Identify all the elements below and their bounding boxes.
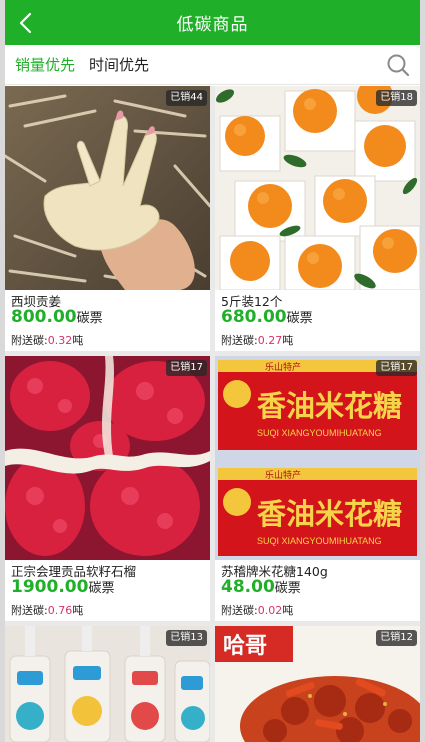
tab-time-priority[interactable]: 时间优先 [89, 54, 149, 75]
box-brand-text: 香油米花糖 [257, 389, 402, 423]
title-bar: 低碳商品 [5, 0, 420, 45]
box-origin-text: 乐山特产 [265, 469, 301, 480]
price-line: 680.00碳票 [221, 307, 313, 327]
box-brand-text: 香油米花糖 [257, 497, 402, 531]
box-pinyin-text: SUQI XIANGYOUMIHUATANG [257, 428, 382, 438]
image-logo-text: 哈哥 [223, 633, 267, 659]
product-image: 已销17 [5, 356, 210, 560]
carbon-unit: 吨 [72, 604, 84, 617]
sold-count-badge: 已销44 [166, 90, 207, 106]
price-value: 800.00 [11, 307, 77, 327]
sold-count-badge: 已销17 [376, 360, 417, 376]
price-unit: 碳票 [76, 311, 103, 326]
app-screen: 低碳商品 销量优先 时间优先 已销44 西坝贡姜 800.00碳票 附送碳:0.… [0, 0, 425, 742]
sold-count-badge: 已销18 [376, 90, 417, 106]
carbon-bonus: 附送碳:0.32吨 [11, 332, 83, 348]
carbon-bonus: 附送碳:0.76吨 [11, 602, 83, 618]
product-card[interactable]: 已销18 5斤装12个 680.00碳票 附送碳:0.27吨 [215, 86, 420, 351]
page-title: 低碳商品 [176, 15, 249, 35]
price-unit: 碳票 [274, 581, 301, 596]
price-line: 48.00碳票 [221, 577, 301, 597]
product-card[interactable]: 哈哥 已销12 [215, 626, 420, 742]
sold-count-badge: 已销13 [166, 630, 207, 646]
chevron-left-icon[interactable] [13, 9, 37, 37]
carbon-unit: 吨 [72, 334, 84, 347]
search-icon[interactable] [386, 53, 410, 77]
price-unit: 碳票 [88, 581, 115, 596]
box-origin-text: 乐山特产 [265, 361, 301, 372]
box-pinyin-text: SUQI XIANGYOUMIHUATANG [257, 536, 382, 546]
carbon-label: 附送碳: [221, 604, 258, 617]
product-image: 乐山特产 乐山特产 香油米花糖 香油米花糖 SUQI XIANGYOUMIHUA… [215, 356, 420, 560]
product-grid: 已销44 西坝贡姜 800.00碳票 附送碳:0.32吨 已销18 5斤装12个… [5, 86, 420, 742]
price-value: 1900.00 [11, 577, 89, 597]
price-value: 48.00 [221, 577, 275, 597]
price-value: 680.00 [221, 307, 287, 327]
price-unit: 碳票 [286, 311, 313, 326]
price-line: 1900.00碳票 [11, 577, 114, 597]
carbon-label: 附送碳: [221, 334, 258, 347]
product-image: 已销13 [5, 626, 210, 742]
product-image: 已销44 [5, 86, 210, 290]
product-card[interactable]: 已销17 正宗会理贡品软籽石榴 1900.00碳票 附送碳:0.76吨 [5, 356, 210, 621]
product-card[interactable]: 已销44 西坝贡姜 800.00碳票 附送碳:0.32吨 [5, 86, 210, 351]
product-image: 已销18 [215, 86, 420, 290]
product-card[interactable]: 乐山特产 乐山特产 香油米花糖 香油米花糖 SUQI XIANGYOUMIHUA… [215, 356, 420, 621]
carbon-unit: 吨 [282, 334, 294, 347]
carbon-label: 附送碳: [11, 334, 48, 347]
carbon-bonus: 附送碳:0.02吨 [221, 602, 293, 618]
carbon-value: 0.32 [47, 334, 73, 347]
carbon-value: 0.02 [257, 604, 283, 617]
carbon-label: 附送碳: [11, 604, 48, 617]
carbon-bonus: 附送碳:0.27吨 [221, 332, 293, 348]
product-card[interactable]: 已销13 [5, 626, 210, 742]
sort-tabs: 销量优先 时间优先 [5, 45, 420, 85]
sold-count-badge: 已销12 [376, 630, 417, 646]
price-line: 800.00碳票 [11, 307, 103, 327]
sold-count-badge: 已销17 [166, 360, 207, 376]
carbon-value: 0.27 [257, 334, 283, 347]
carbon-value: 0.76 [47, 604, 73, 617]
tab-sales-priority[interactable]: 销量优先 [15, 54, 75, 75]
carbon-unit: 吨 [282, 604, 294, 617]
product-image: 哈哥 已销12 [215, 626, 420, 742]
